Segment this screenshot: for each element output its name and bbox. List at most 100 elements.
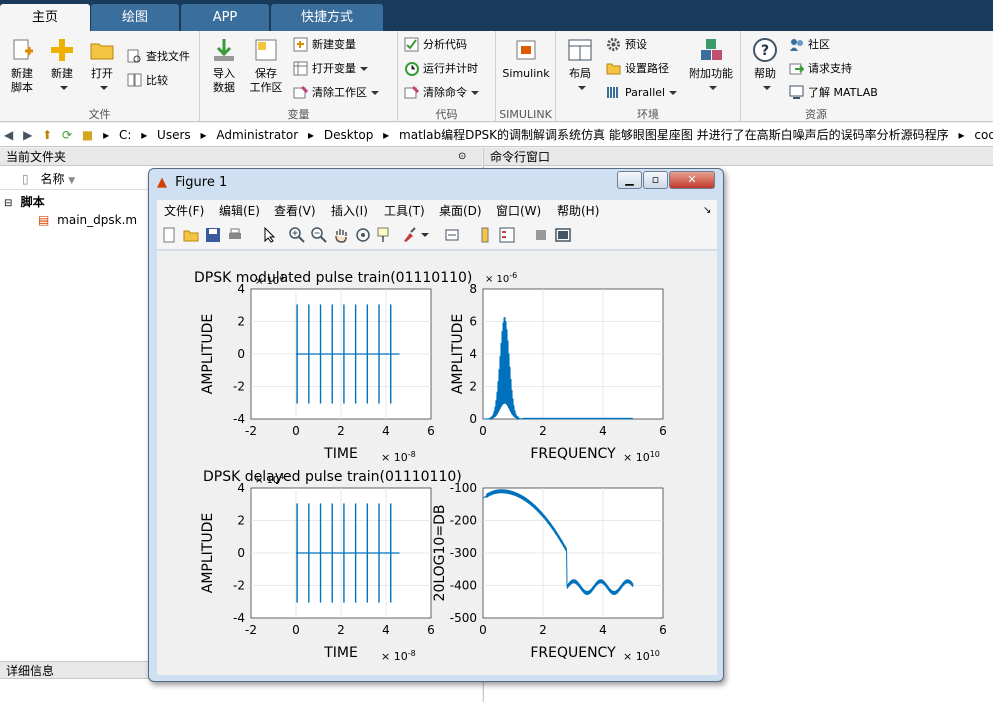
breadcrumb-project[interactable]: matlab编程DPSK的调制解调系统仿真 能够眼图星座图 并进行了在高斯白噪声… (399, 128, 949, 142)
rotate-3d-icon[interactable] (355, 227, 371, 243)
new-figure-icon[interactable] (161, 227, 177, 243)
community-button[interactable]: 社区 (789, 35, 830, 55)
hide-plot-tools-icon[interactable] (533, 227, 549, 243)
figure-title-bar[interactable]: ▲ Figure 1 (157, 173, 227, 193)
save-icon[interactable] (205, 227, 221, 243)
open-variable-label: 打开变量 (312, 62, 356, 75)
variable-group: 导入 数据 保存 工作区 新建变量 打开变量 清除工作区 变量 (200, 31, 398, 122)
breadcrumb-drive[interactable]: C: (119, 128, 131, 142)
clear-commands-button[interactable]: 清除命令 (404, 83, 479, 103)
y-tick-label: 0 (237, 546, 245, 560)
new-button[interactable]: 新建 (44, 35, 80, 95)
file-row[interactable]: ▤ main_dpsk.m (38, 211, 137, 229)
open-variable-button[interactable]: 打开变量 (293, 59, 368, 79)
tab-shortcuts[interactable]: 快捷方式 (271, 4, 383, 31)
menu-help[interactable]: 帮助(H) (557, 200, 599, 222)
set-path-button[interactable]: 设置路径 (606, 59, 669, 79)
simulink-label: Simulink (502, 67, 550, 80)
x-tick-label: 4 (382, 424, 390, 438)
show-plot-tools-icon[interactable] (555, 227, 571, 243)
open-button[interactable]: 打开 (84, 35, 120, 95)
maximize-button[interactable]: ▫ (643, 171, 668, 189)
find-files-button[interactable]: 查找文件 (127, 47, 190, 67)
simulink-group: Simulink SIMULINK (496, 31, 556, 122)
link-plot-icon[interactable] (445, 227, 461, 243)
zoom-in-icon[interactable] (289, 227, 305, 243)
clear-workspace-button[interactable]: 清除工作区 (293, 83, 379, 103)
run-and-time-button[interactable]: 运行并计时 (404, 59, 478, 79)
back-icon[interactable]: ◀ (4, 128, 13, 142)
print-icon[interactable] (227, 227, 243, 243)
x-tick-label: 0 (479, 623, 487, 637)
x-tick-label: -2 (245, 424, 257, 438)
up-folder-icon[interactable]: ⬆ (42, 128, 52, 142)
zoom-out-icon[interactable] (311, 227, 327, 243)
address-bar[interactable]: ◀ ▶ ⬆ ⟳ ■ ▸ C: ▸ Users ▸ Administrator ▸… (0, 123, 993, 147)
menu-view[interactable]: 查看(V) (274, 200, 316, 222)
top-tab-bar: 主页 绘图 APP 快捷方式 (0, 0, 993, 31)
pointer-icon[interactable] (261, 227, 277, 243)
new-script-button[interactable]: 新建 脚本 (4, 35, 40, 95)
layout-button[interactable]: 布局 (562, 35, 598, 95)
colorbar-icon[interactable] (477, 227, 493, 243)
collapse-icon[interactable]: ⊟ (4, 198, 12, 209)
import-data-button[interactable]: 导入 数据 (206, 35, 242, 95)
figure-window[interactable]: ▲ Figure 1 ▁ ▫ ✕ 文件(F) 编辑(E) 查看(V) 插入(I)… (148, 168, 724, 682)
close-button[interactable]: ✕ (669, 171, 715, 189)
breadcrumb-desktop[interactable]: Desktop (324, 128, 374, 142)
subplot-2[interactable]: × 10-6 AMPLITUDE FREQUENCY × 1010 0 2 4 6 8… (450, 271, 667, 464)
addons-button[interactable]: 附加功能 (686, 35, 736, 95)
subplot-4[interactable]: 20LOG10=DB FREQUENCY × 1010 0 2 4 6 -100 -20… (432, 481, 667, 663)
subplot-1-title: DPSK modulated pulse train(01110110) (194, 270, 472, 286)
menu-tools[interactable]: 工具(T) (384, 200, 425, 222)
simulink-button[interactable]: Simulink (502, 35, 550, 81)
browse-icon[interactable]: ⟳ (62, 128, 72, 142)
learn-matlab-button[interactable]: 了解 MATLAB (789, 83, 878, 103)
save-workspace-icon (253, 37, 279, 63)
script-group-row[interactable]: ⊟ 脚本 (4, 193, 45, 211)
x-tick-label: 4 (599, 623, 607, 637)
subplot-1[interactable]: DPSK modulated pulse train(01110110) × 1… (194, 270, 472, 464)
dock-icon[interactable]: ↘ (703, 200, 711, 222)
file-group-label: 文件 (88, 108, 111, 121)
tab-apps[interactable]: APP (181, 4, 269, 31)
chevron-down-icon (669, 91, 678, 95)
x-tick-label: 2 (539, 424, 547, 438)
minimize-button[interactable]: ▁ (617, 171, 642, 189)
chevron-down-icon (100, 86, 108, 90)
menu-insert[interactable]: 插入(I) (331, 200, 368, 222)
new-variable-button[interactable]: 新建变量 (293, 35, 356, 55)
parallel-button[interactable]: Parallel (606, 83, 678, 103)
chevron-down-icon[interactable] (421, 233, 429, 237)
menu-file[interactable]: 文件(F) (164, 200, 204, 222)
subplot-3[interactable]: DPSK delayed pulse train(01110110) × 104… (200, 469, 462, 663)
plots-canvas: DPSK modulated pulse train(01110110) × 1… (194, 270, 667, 663)
menu-window[interactable]: 窗口(W) (496, 200, 541, 222)
separator-icon: ▸ (200, 128, 207, 142)
data-cursor-icon[interactable] (377, 227, 393, 243)
resources-group: ? 帮助 社区 请求支持 了解 MATLAB 资源 (741, 31, 891, 122)
tab-plots[interactable]: 绘图 (91, 4, 179, 31)
open-file-icon[interactable] (183, 227, 199, 243)
analyze-code-button[interactable]: 分析代码 (404, 35, 467, 55)
breadcrumb-users[interactable]: Users (157, 128, 191, 142)
panel-menu-icon[interactable]: ⊙ (458, 148, 466, 166)
request-support-button[interactable]: 请求支持 (789, 59, 852, 79)
new-variable-icon (293, 37, 308, 52)
separator-icon: ▸ (383, 128, 390, 142)
pan-icon[interactable] (333, 227, 349, 243)
compare-button[interactable]: 比较 (127, 71, 168, 91)
save-workspace-button[interactable]: 保存 工作区 (246, 35, 286, 95)
preferences-button[interactable]: 预设 (606, 35, 647, 55)
help-button[interactable]: ? 帮助 (747, 35, 783, 95)
brush-icon[interactable] (401, 227, 417, 243)
tab-home[interactable]: 主页 (0, 4, 90, 31)
menu-edit[interactable]: 编辑(E) (219, 200, 260, 222)
menu-desktop[interactable]: 桌面(D) (439, 200, 482, 222)
legend-icon[interactable] (499, 227, 515, 243)
command-window-header: 命令行窗口 (484, 148, 993, 166)
ylabel-4: 20LOG10=DB (432, 505, 448, 602)
breadcrumb-code[interactable]: code (974, 128, 993, 142)
breadcrumb-administrator[interactable]: Administrator (216, 128, 298, 142)
forward-icon[interactable]: ▶ (23, 128, 32, 142)
